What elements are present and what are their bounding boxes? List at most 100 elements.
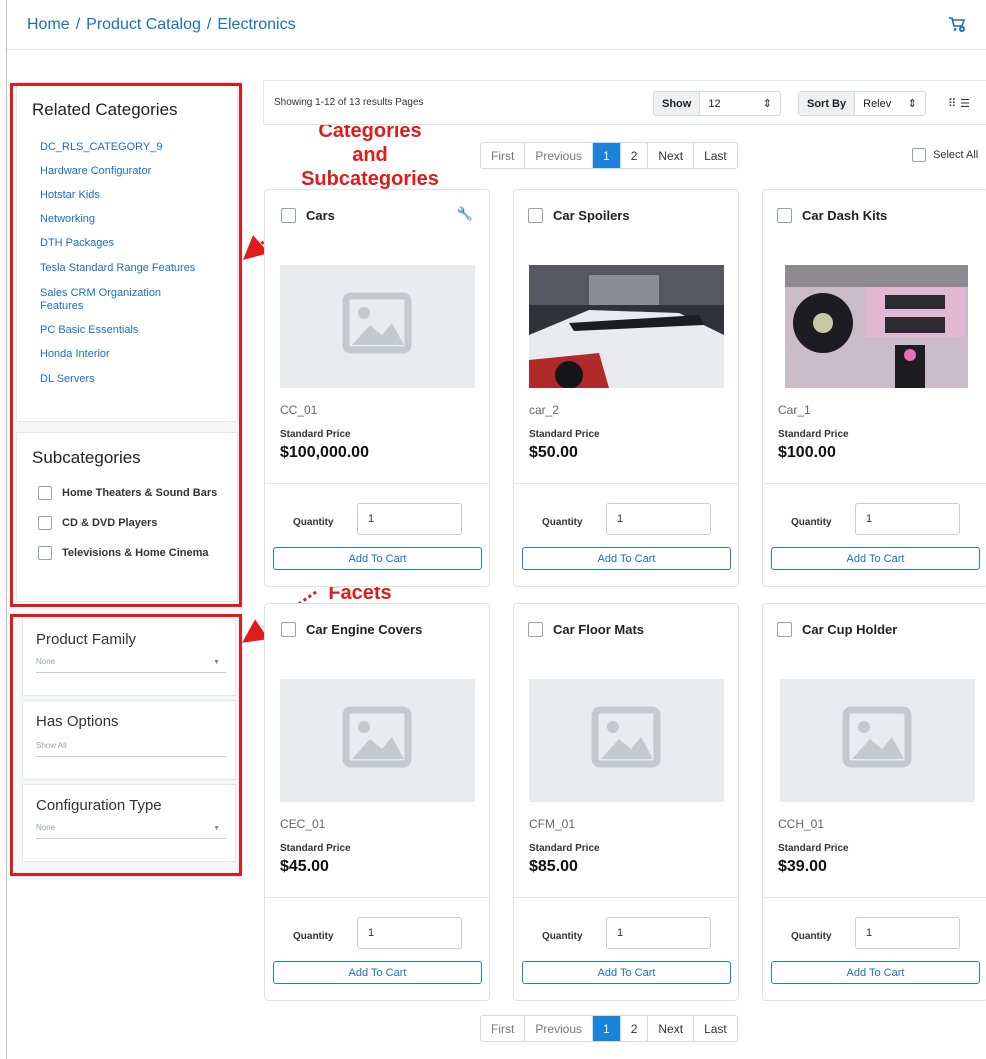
show-value: 12 — [708, 97, 721, 110]
image-placeholder-icon — [342, 706, 412, 768]
add-to-cart-button[interactable]: Add To Cart — [273, 961, 482, 984]
product-checkbox[interactable] — [528, 622, 543, 637]
breadcrumb-separator: / — [206, 16, 212, 33]
standard-price-label: Standard Price — [778, 843, 849, 854]
quantity-label: Quantity — [293, 931, 334, 942]
product-sku: CC_01 — [280, 403, 318, 417]
quantity-input[interactable]: 1 — [357, 917, 462, 949]
product-header: Car Dash Kits — [777, 208, 887, 223]
pager-last[interactable]: Last — [694, 1016, 737, 1041]
breadcrumb: Home / Product Catalog / Electronics — [27, 16, 296, 34]
product-sku: CFM_01 — [529, 817, 576, 831]
pager-first[interactable]: First — [481, 143, 526, 168]
product-sku: car_2 — [529, 403, 560, 417]
car-spoiler-photo — [529, 265, 724, 389]
standard-price-label: Standard Price — [280, 429, 351, 440]
product-card: Car Engine Covers CEC_01 Standard Price … — [264, 603, 490, 1001]
pagination-top: First Previous 1 2 Next Last — [480, 142, 738, 169]
product-name[interactable]: Car Cup Holder — [802, 622, 897, 637]
product-name[interactable]: Car Dash Kits — [802, 208, 887, 223]
product-sku: CEC_01 — [280, 817, 326, 831]
quantity-label: Quantity — [791, 517, 832, 528]
product-image-placeholder — [280, 679, 475, 802]
pager-next[interactable]: Next — [648, 143, 695, 168]
quantity-input[interactable]: 1 — [357, 503, 462, 535]
add-to-cart-button[interactable]: Add To Cart — [522, 961, 731, 984]
product-image — [785, 265, 968, 388]
product-checkbox[interactable] — [777, 208, 792, 223]
pagination-bottom: First Previous 1 2 Next Last — [480, 1015, 738, 1042]
select-all[interactable]: Select All — [912, 148, 978, 162]
sort-arrows-icon: ⇕ — [907, 98, 917, 110]
add-to-cart-button[interactable]: Add To Cart — [273, 547, 482, 570]
product-price: $100,000.00 — [280, 444, 369, 461]
add-to-cart-button[interactable]: Add To Cart — [771, 961, 980, 984]
sort-by-select[interactable]: Sort By Relev ⇕ — [798, 91, 926, 116]
product-card: Car Spoilers car_2 Standard Price $50.00… — [513, 189, 739, 587]
cart-settings-icon[interactable] — [948, 15, 966, 33]
grid-view-icon[interactable]: ⠿ — [948, 98, 960, 110]
product-card: Car Dash Kits Car_1 Standard Price $100.… — [762, 189, 986, 587]
breadcrumb-separator: / — [75, 16, 81, 33]
results-summary: Showing 1-12 of 13 results Pages — [274, 97, 424, 108]
standard-price-label: Standard Price — [778, 429, 849, 440]
standard-price-label: Standard Price — [529, 843, 600, 854]
product-checkbox[interactable] — [281, 208, 296, 223]
card-divider — [763, 897, 986, 898]
categories-annotation: Categories and Subcategories — [290, 119, 450, 191]
sort-label: Sort By — [799, 92, 856, 115]
product-header: Cars — [281, 208, 335, 223]
wrench-icon[interactable]: 🔧 — [457, 206, 473, 222]
quantity-input[interactable]: 1 — [606, 503, 711, 535]
product-image-placeholder — [780, 679, 975, 802]
pager-first[interactable]: First — [481, 1016, 526, 1041]
standard-price-label: Standard Price — [529, 429, 600, 440]
quantity-input[interactable]: 1 — [606, 917, 711, 949]
breadcrumb-current[interactable]: Electronics — [217, 16, 295, 33]
product-name[interactable]: Car Floor Mats — [553, 622, 644, 637]
annotation-line-3: Subcategories — [301, 168, 439, 190]
add-to-cart-button[interactable]: Add To Cart — [771, 547, 980, 570]
pager-page-2[interactable]: 2 — [621, 1016, 649, 1041]
pager-page-1[interactable]: 1 — [593, 143, 621, 168]
pager-previous[interactable]: Previous — [525, 1016, 594, 1041]
pager-previous[interactable]: Previous — [525, 143, 594, 168]
pager-page-2[interactable]: 2 — [621, 143, 649, 168]
sort-value: Relev — [863, 97, 892, 110]
product-card: Car Floor Mats CFM_01 Standard Price $85… — [513, 603, 739, 1001]
select-all-checkbox[interactable] — [912, 148, 926, 162]
pager-next[interactable]: Next — [648, 1016, 695, 1041]
show-count-select[interactable]: Show 12 ⇕ — [653, 91, 781, 116]
product-sku: Car_1 — [778, 403, 811, 417]
product-checkbox[interactable] — [528, 208, 543, 223]
breadcrumb-product-catalog[interactable]: Product Catalog — [86, 16, 201, 33]
quantity-label: Quantity — [542, 517, 583, 528]
product-header: Car Cup Holder — [777, 622, 897, 637]
product-header: Car Engine Covers — [281, 622, 422, 637]
product-checkbox[interactable] — [777, 622, 792, 637]
add-to-cart-button[interactable]: Add To Cart — [522, 547, 731, 570]
sort-arrows-icon: ⇕ — [762, 98, 772, 110]
annotation-line-2: and — [352, 144, 388, 166]
product-name[interactable]: Car Engine Covers — [306, 622, 422, 637]
pager-last[interactable]: Last — [694, 143, 737, 168]
select-all-label: Select All — [933, 149, 979, 161]
standard-price-label: Standard Price — [280, 843, 351, 854]
quantity-input[interactable]: 1 — [855, 917, 960, 949]
quantity-input[interactable]: 1 — [855, 503, 960, 535]
product-name[interactable]: Car Spoilers — [553, 208, 630, 223]
results-toolbar: Showing 1-12 of 13 results Pages Show 12… — [263, 80, 986, 125]
product-card: Cars 🔧 CC_01 Standard Price $100,000.00 … — [264, 189, 490, 587]
product-image-placeholder — [529, 679, 724, 802]
product-price: $45.00 — [280, 858, 329, 875]
card-divider — [265, 483, 489, 484]
breadcrumb-home[interactable]: Home — [27, 16, 70, 33]
product-header: Car Floor Mats — [528, 622, 644, 637]
view-toggle: ⠿☰ — [948, 97, 974, 110]
image-placeholder-icon — [591, 706, 661, 768]
image-placeholder-icon — [842, 706, 912, 768]
product-checkbox[interactable] — [281, 622, 296, 637]
pager-page-1[interactable]: 1 — [593, 1016, 621, 1041]
list-view-icon[interactable]: ☰ — [960, 98, 974, 110]
product-name[interactable]: Cars — [306, 208, 335, 223]
